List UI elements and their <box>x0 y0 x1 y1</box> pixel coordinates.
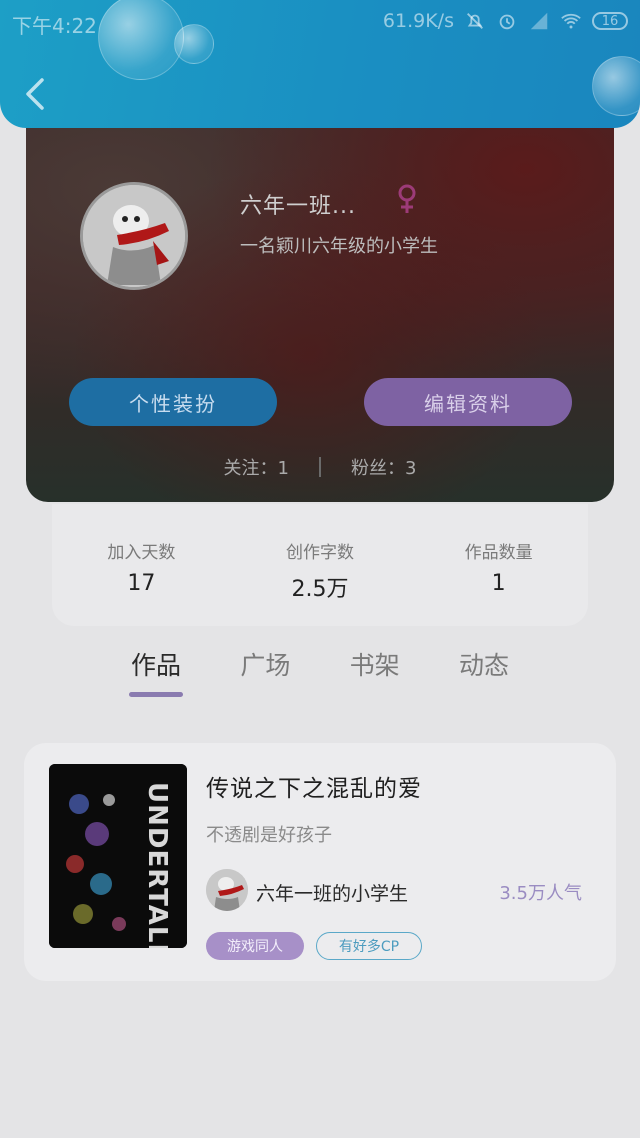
mute-bell-icon <box>467 13 483 29</box>
dress-up-button[interactable]: 个性装扮 <box>69 378 277 426</box>
tag-game-fanfic[interactable]: 游戏同人 <box>206 932 304 960</box>
stat-label: 作品数量 <box>464 543 533 563</box>
wifi-icon <box>561 13 581 29</box>
stat-join-days: 加入天数 17 <box>52 504 231 626</box>
author-avatar-image <box>206 869 248 911</box>
work-title[interactable]: 传说之下之混乱的爱 <box>206 769 422 803</box>
stat-label: 加入天数 <box>107 543 176 563</box>
female-gender-icon <box>398 184 416 213</box>
stats-card: 加入天数 17 创作字数 2.5万 作品数量 1 <box>52 504 588 626</box>
stat-value: 17 <box>127 571 156 596</box>
tab-label: 动态 <box>458 651 509 680</box>
followers-count[interactable]: 粉丝：3 <box>351 454 416 480</box>
tab-bookshelf[interactable]: 书架 <box>321 646 429 702</box>
work-cover[interactable]: UNDERTALE <box>49 764 187 948</box>
author-name: 六年一班的小学生 <box>256 883 409 905</box>
tab-activity[interactable]: 动态 <box>430 646 538 702</box>
network-speed: 61.9K/s <box>382 10 454 32</box>
stat-value: 2.5万 <box>291 577 349 602</box>
popularity-count: 3.5万人气 <box>499 883 582 904</box>
follow-stats: 关注：1 粉丝：3 <box>26 454 614 480</box>
tab-works[interactable]: 作品 <box>102 646 210 702</box>
decorative-bubble <box>592 56 640 116</box>
stat-works-count: 作品数量 1 <box>409 504 588 626</box>
avatar-image <box>83 185 185 287</box>
tab-label: 作品 <box>130 651 181 680</box>
tab-square[interactable]: 广场 <box>211 646 319 702</box>
stat-value: 1 <box>491 571 506 596</box>
tab-label: 广场 <box>240 651 291 680</box>
cover-image: UNDERTALE <box>49 764 187 948</box>
alarm-icon <box>499 14 515 30</box>
work-card[interactable]: UNDERTALE 传说之下之混乱的爱 不透剧是好孩子 六年一班的小学生 3.5… <box>24 743 616 981</box>
status-time: 下午4:22 <box>12 14 97 38</box>
active-tab-indicator <box>129 692 183 697</box>
back-icon[interactable] <box>20 76 50 112</box>
divider <box>319 457 321 477</box>
following-count[interactable]: 关注：1 <box>224 454 289 480</box>
username: 六年一班... <box>240 194 356 219</box>
tag-many-cp[interactable]: 有好多CP <box>316 932 422 960</box>
stat-label: 创作字数 <box>286 543 354 563</box>
stat-word-count: 创作字数 2.5万 <box>231 504 410 626</box>
profile-card: 六年一班... 一名颖川六年级的小学生 个性装扮 编辑资料 关注：1 粉丝：3 <box>26 110 614 502</box>
signal-icon <box>530 12 548 30</box>
battery-icon: 16 <box>592 12 628 30</box>
work-description: 不透剧是好孩子 <box>206 825 332 846</box>
author-avatar[interactable] <box>206 869 248 911</box>
avatar[interactable] <box>80 182 188 290</box>
status-indicators: 61.9K/s 16 <box>383 10 628 32</box>
status-bar: 下午4:22 61.9K/s 16 <box>0 0 640 44</box>
edit-profile-button[interactable]: 编辑资料 <box>364 378 572 426</box>
top-header: 下午4:22 61.9K/s 16 <box>0 0 640 128</box>
cover-title: UNDERTALE <box>142 782 172 948</box>
tab-label: 书架 <box>349 651 400 680</box>
user-bio: 一名颖川六年级的小学生 <box>240 236 438 257</box>
tab-bar: 作品 广场 书架 动态 <box>102 646 538 702</box>
